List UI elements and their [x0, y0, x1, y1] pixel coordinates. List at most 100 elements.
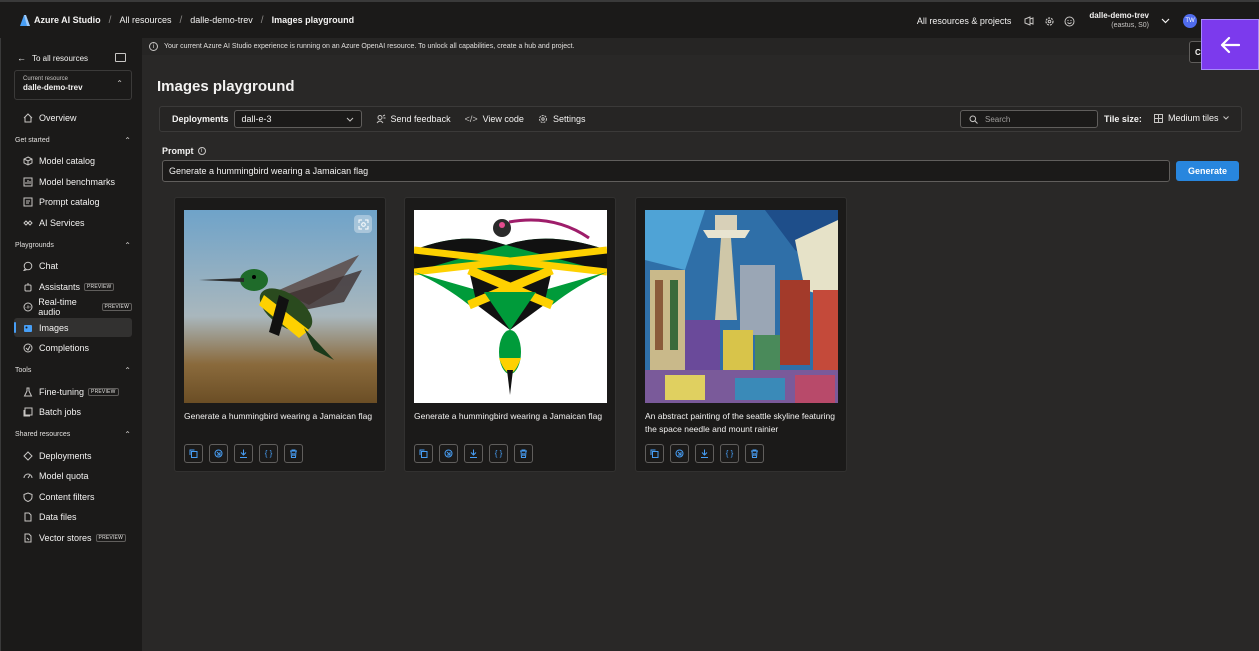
section-shared-resources[interactable]: Shared resources ⌃	[15, 430, 131, 439]
announcement-icon[interactable]	[1023, 15, 1035, 27]
sidebar-item-images[interactable]: Images	[14, 318, 132, 337]
sidebar-item-fine-tuning[interactable]: Fine-tuning PREVIEW	[14, 382, 132, 401]
sidebar-item-model-benchmarks[interactable]: Model benchmarks	[14, 172, 132, 191]
info-icon: i	[149, 42, 158, 51]
breadcrumb-separator: /	[260, 14, 264, 26]
image-card[interactable]: Generate a hummingbird wearing a Jamaica…	[404, 197, 616, 472]
main-content: i Your current Azure AI Studio experienc…	[142, 38, 1259, 651]
section-title: Tools	[15, 367, 32, 374]
deployment-select[interactable]: dall-e-3	[233, 110, 362, 128]
prompt-label-text: Prompt	[162, 146, 194, 156]
tile-size-label: Tile size:	[1104, 114, 1142, 124]
delete-icon[interactable]	[745, 444, 764, 463]
section-tools[interactable]: Tools ⌃	[15, 366, 131, 375]
sidebar-item-chat[interactable]: Chat	[14, 256, 132, 275]
gear-icon[interactable]	[1043, 15, 1055, 27]
sidebar-item-completions[interactable]: Completions	[14, 338, 132, 357]
variation-icon[interactable]	[670, 444, 689, 463]
sidebar-item-model-quota[interactable]: Model quota	[14, 466, 132, 485]
audio-icon	[22, 301, 33, 313]
resource-name: dalle-demo-trev	[23, 83, 83, 92]
code-icon[interactable]: { }	[489, 444, 508, 463]
back-to-resources-link[interactable]: ← To all resources	[17, 53, 88, 63]
chevron-down-icon[interactable]	[1159, 15, 1171, 27]
code-icon[interactable]: { }	[720, 444, 739, 463]
image-caption: An abstract painting of the seattle skyl…	[645, 411, 835, 434]
deployments-icon	[22, 450, 34, 462]
smiley-feedback-icon[interactable]	[1063, 15, 1075, 27]
back-arrow-button[interactable]	[1201, 19, 1259, 70]
section-get-started[interactable]: Get started ⌃	[15, 136, 131, 145]
copy-icon[interactable]	[645, 444, 664, 463]
prompt-catalog-icon	[22, 196, 34, 208]
search-input[interactable]: Search	[960, 110, 1098, 128]
chevron-down-icon	[346, 117, 354, 122]
section-title: Playgrounds	[15, 242, 54, 249]
sidebar-item-vector-stores[interactable]: Vector stores PREVIEW	[14, 528, 132, 547]
info-icon[interactable]: i	[197, 147, 206, 155]
sidebar-item-overview[interactable]: Overview	[14, 108, 132, 127]
breadcrumb-separator: /	[108, 14, 112, 26]
preview-badge: PREVIEW	[101, 302, 132, 311]
gauge-icon	[22, 470, 34, 482]
sidebar-item-data-files[interactable]: Data files	[14, 507, 132, 526]
sidebar-item-label: Model catalog	[39, 155, 96, 166]
variation-icon[interactable]	[439, 444, 458, 463]
delete-icon[interactable]	[284, 444, 303, 463]
sidebar-item-assistants[interactable]: Assistants PREVIEW	[14, 277, 132, 296]
card-actions: { }	[414, 444, 539, 463]
sidebar-item-label: Assistants	[39, 281, 81, 292]
prompt-input[interactable]: Generate a hummingbird wearing a Jamaica…	[162, 160, 1170, 182]
view-code-button[interactable]: </> View code	[465, 114, 524, 124]
sidebar-item-label: Model benchmarks	[39, 176, 116, 187]
delete-icon[interactable]	[514, 444, 533, 463]
avatar[interactable]: TW	[1183, 14, 1197, 28]
send-feedback-button[interactable]: Send feedback	[376, 114, 451, 124]
copy-icon[interactable]	[184, 444, 203, 463]
app-name[interactable]: Azure AI Studio	[34, 15, 101, 25]
sidebar-item-deployments[interactable]: Deployments	[14, 446, 132, 465]
sidebar-item-batch-jobs[interactable]: Batch jobs	[14, 402, 132, 421]
generated-image-seattle-abstract-painting[interactable]	[645, 210, 838, 403]
sidebar-item-label: Prompt catalog	[39, 196, 100, 207]
variation-icon[interactable]	[209, 444, 228, 463]
deployment-value: dall-e-3	[241, 114, 272, 124]
breadcrumb-resource[interactable]: dalle-demo-trev	[190, 15, 253, 25]
sidebar-item-content-filters[interactable]: Content filters	[14, 487, 132, 506]
sidebar-item-prompt-catalog[interactable]: Prompt catalog	[14, 192, 132, 211]
sidebar-item-label: Real-time audio	[38, 296, 77, 317]
zoom-icon[interactable]	[354, 215, 372, 233]
completions-icon	[22, 342, 34, 354]
all-resources-projects-link[interactable]: All resources & projects	[917, 16, 1012, 26]
generated-image-hummingbird-flag-illustration[interactable]	[414, 210, 607, 403]
settings-button[interactable]: Settings	[538, 114, 585, 124]
preview-badge: PREVIEW	[88, 387, 119, 396]
image-card[interactable]: Generate a hummingbird wearing a Jamaica…	[174, 197, 386, 472]
azure-logo-icon	[20, 14, 30, 26]
download-icon[interactable]	[464, 444, 483, 463]
sidebar-item-model-catalog[interactable]: Model catalog	[14, 151, 132, 170]
images-icon	[22, 322, 34, 334]
deployments-label: Deployments	[172, 114, 229, 124]
resource-selector[interactable]: Current resource dalle-demo-trev ⌃	[14, 70, 132, 100]
sidebar-item-label: Batch jobs	[39, 406, 82, 417]
sidebar-item-label: Data files	[39, 511, 77, 522]
vector-store-icon	[22, 532, 34, 544]
sidebar-item-ai-services[interactable]: AI Services	[14, 213, 132, 232]
section-playgrounds[interactable]: Playgrounds ⌃	[15, 241, 131, 250]
download-icon[interactable]	[695, 444, 714, 463]
account-info[interactable]: dalle-demo-trev (eastus, S0)	[1089, 11, 1149, 31]
download-icon[interactable]	[234, 444, 253, 463]
copy-icon[interactable]	[414, 444, 433, 463]
batch-icon	[22, 406, 34, 418]
sidebar-item-real-time-audio[interactable]: Real-time audio PREVIEW	[14, 296, 132, 317]
sidebar-item-label: Fine-tuning	[39, 386, 85, 397]
tile-size-select[interactable]: Medium tiles	[1154, 113, 1229, 123]
code-icon[interactable]: { }	[259, 444, 278, 463]
generated-image-hummingbird-photo[interactable]	[184, 210, 377, 403]
breadcrumb-all-resources[interactable]: All resources	[119, 15, 171, 25]
image-card[interactable]: An abstract painting of the seattle skyl…	[635, 197, 847, 472]
generate-button[interactable]: Generate	[1176, 161, 1239, 181]
sidebar-item-label: Images	[39, 322, 69, 333]
collapse-panel-icon[interactable]	[115, 53, 126, 62]
